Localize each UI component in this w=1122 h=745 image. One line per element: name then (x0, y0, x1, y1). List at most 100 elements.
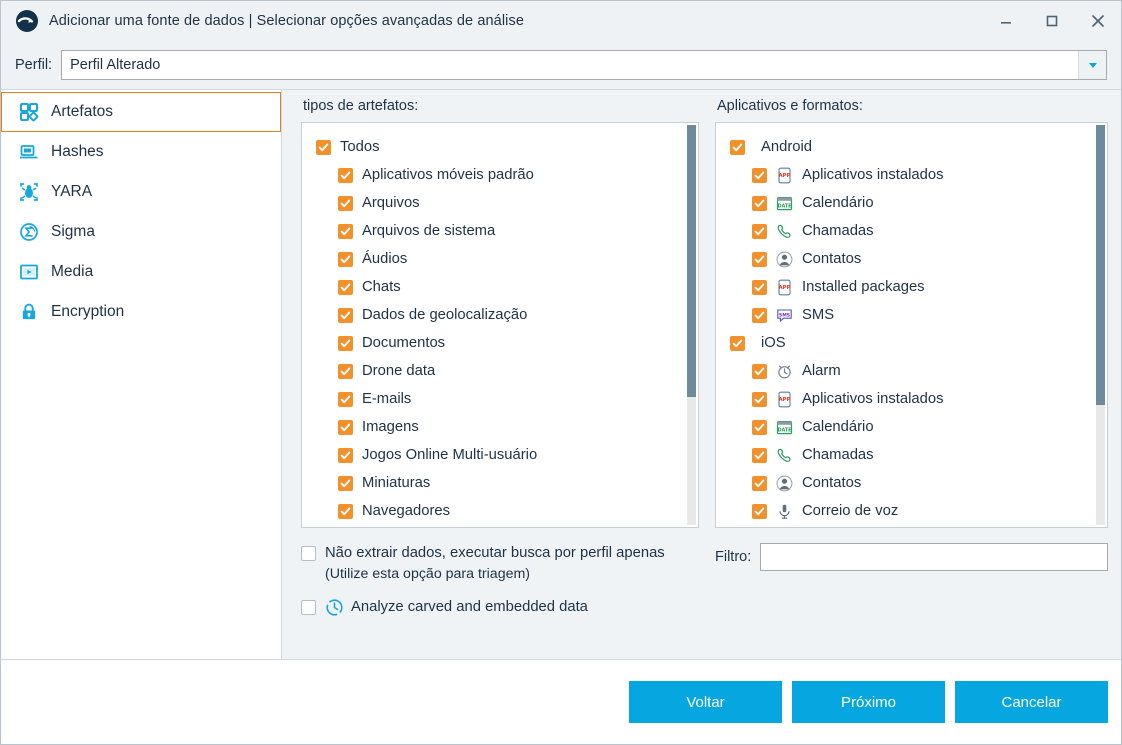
svg-text:APP: APP (778, 397, 790, 403)
voicemail-icon (776, 503, 793, 520)
close-button[interactable] (1075, 1, 1121, 41)
cancel-button[interactable]: Cancelar (955, 681, 1108, 723)
no-extract-checkbox[interactable] (301, 546, 316, 561)
list-item[interactable]: Miniaturas (302, 469, 698, 497)
list-item-label: Aplicativos móveis padrão (362, 167, 534, 183)
list-item-label: Miniaturas (362, 475, 431, 491)
item-checkbox[interactable] (316, 139, 331, 155)
item-checkbox[interactable] (338, 503, 353, 519)
item-checkbox[interactable] (730, 335, 745, 351)
item-checkbox[interactable] (752, 419, 767, 435)
sidebar-item-label: Sigma (51, 223, 95, 240)
analyze-carved-option[interactable]: Analyze carved and embedded data (301, 597, 699, 618)
item-checkbox[interactable] (752, 279, 767, 295)
no-extract-option[interactable]: Não extrair dados, executar busca por pe… (301, 543, 699, 585)
list-item[interactable]: Todos (302, 133, 698, 161)
item-checkbox[interactable] (752, 195, 767, 211)
item-checkbox[interactable] (752, 503, 767, 519)
dialog-window: Adicionar uma fonte de dados | Seleciona… (0, 0, 1122, 745)
list-item[interactable]: Jogos Online Multi-usuário (302, 441, 698, 469)
item-checkbox[interactable] (730, 139, 745, 155)
artifact-types-scrollbar[interactable] (687, 125, 696, 525)
apps-formats-heading: Aplicativos e formatos: (717, 98, 863, 114)
list-item[interactable]: SMS SMS (716, 301, 1107, 329)
item-checkbox[interactable] (752, 251, 767, 267)
list-item[interactable]: Arquivos (302, 189, 698, 217)
list-item[interactable]: Dados de geolocalização (302, 301, 698, 329)
item-checkbox[interactable] (338, 251, 353, 267)
list-item[interactable]: iOS (716, 329, 1107, 357)
scrollbar-thumb[interactable] (687, 125, 696, 397)
item-checkbox[interactable] (338, 167, 353, 183)
back-button[interactable]: Voltar (629, 681, 782, 723)
next-button[interactable]: Próximo (792, 681, 945, 723)
list-item[interactable]: Chamadas (716, 217, 1107, 245)
sidebar-item-encryption[interactable]: Encryption (1, 292, 281, 332)
list-item[interactable]: APP Aplicativos instalados (716, 161, 1107, 189)
list-item[interactable]: Android (716, 133, 1107, 161)
list-item[interactable]: E-mails (302, 385, 698, 413)
item-checkbox[interactable] (338, 307, 353, 323)
analyze-carved-checkbox[interactable] (301, 600, 316, 615)
item-checkbox[interactable] (338, 363, 353, 379)
sidebar-item-label: Media (51, 263, 94, 280)
artifacts-icon (18, 101, 40, 123)
apps-formats-listbox[interactable]: Android APP Aplicativos instalados DATE Cale… (715, 122, 1108, 528)
profile-combobox[interactable]: Perfil Alterado (61, 50, 1107, 80)
sidebar-item-artefatos[interactable]: Artefatos (1, 92, 281, 132)
item-checkbox[interactable] (338, 335, 353, 351)
apps-formats-scrollbar[interactable] (1096, 125, 1105, 525)
list-item[interactable]: Chamadas (716, 441, 1107, 469)
minimize-button[interactable] (983, 1, 1029, 41)
item-checkbox[interactable] (338, 447, 353, 463)
sidebar-item-yara[interactable]: YARA (1, 172, 281, 212)
list-item[interactable]: Documentos (302, 329, 698, 357)
item-checkbox[interactable] (338, 419, 353, 435)
list-item[interactable]: Aplicativos móveis padrão (302, 161, 698, 189)
list-item-label: Installed packages (802, 279, 925, 295)
list-item[interactable]: APP Aplicativos instalados (716, 385, 1107, 413)
minimize-icon (998, 13, 1014, 29)
artifact-types-heading: tipos de artefatos: (303, 98, 419, 114)
item-checkbox[interactable] (752, 167, 767, 183)
maximize-icon (1044, 13, 1060, 29)
list-item[interactable]: Drone data (302, 357, 698, 385)
lists-row: tipos de artefatos: Todos Aplicativos móv… (301, 98, 1108, 528)
item-checkbox[interactable] (338, 391, 353, 407)
sidebar-item-media[interactable]: Media (1, 252, 281, 292)
item-checkbox[interactable] (338, 475, 353, 491)
sidebar-item-hashes[interactable]: Hashes (1, 132, 281, 172)
list-item[interactable]: Imagens (302, 413, 698, 441)
list-item[interactable]: Chats (302, 273, 698, 301)
list-item[interactable]: Navegadores (302, 497, 698, 525)
list-item[interactable]: DATE Calendário (716, 189, 1107, 217)
item-checkbox[interactable] (338, 195, 353, 211)
item-checkbox[interactable] (338, 279, 353, 295)
list-item[interactable]: APP Installed packages (716, 273, 1107, 301)
list-item[interactable]: Contatos (716, 245, 1107, 273)
sidebar-item-sigma[interactable]: Sigma (1, 212, 281, 252)
chevron-down-icon[interactable] (1078, 51, 1106, 79)
item-checkbox[interactable] (752, 447, 767, 463)
list-item[interactable]: Correio de voz (716, 497, 1107, 525)
list-item[interactable]: Contatos (716, 469, 1107, 497)
list-item[interactable]: Arquivos de sistema (302, 217, 698, 245)
artifact-types-listbox[interactable]: Todos Aplicativos móveis padrão Arquivos Ar… (301, 122, 699, 528)
list-item[interactable]: Alarm (716, 357, 1107, 385)
item-checkbox[interactable] (752, 223, 767, 239)
list-item-label: Chamadas (802, 223, 874, 239)
contact-icon (776, 251, 793, 268)
list-item-label: Chats (362, 279, 401, 295)
list-item[interactable]: Áudios (302, 245, 698, 273)
filter-input[interactable] (760, 543, 1108, 571)
item-checkbox[interactable] (752, 307, 767, 323)
list-item-label: Arquivos de sistema (362, 223, 496, 239)
item-checkbox[interactable] (752, 475, 767, 491)
item-checkbox[interactable] (752, 363, 767, 379)
maximize-button[interactable] (1029, 1, 1075, 41)
list-item[interactable]: DATE Calendário (716, 413, 1107, 441)
item-checkbox[interactable] (752, 391, 767, 407)
scrollbar-thumb[interactable] (1096, 125, 1105, 405)
item-checkbox[interactable] (338, 223, 353, 239)
list-item-label: Contatos (802, 475, 862, 491)
